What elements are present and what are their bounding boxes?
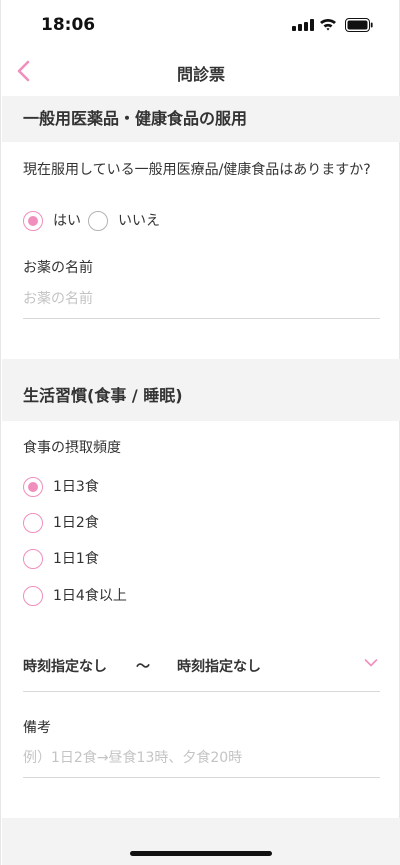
wifi-icon [320, 18, 336, 31]
radio-no[interactable] [88, 211, 108, 231]
radio-no-label[interactable]: いいえ [118, 211, 160, 231]
chevron-down-icon[interactable] [364, 658, 378, 668]
medicine-name-label: お薬の名前 [23, 260, 93, 276]
time-to[interactable]: 時刻指定なし [177, 656, 261, 676]
radio-meal-2-label[interactable]: 1日2食 [53, 513, 99, 533]
time-from[interactable]: 時刻指定なし [23, 656, 107, 676]
radio-meal-3-label[interactable]: 1日3食 [53, 477, 99, 497]
radio-meal-1-label[interactable]: 1日1食 [53, 549, 99, 569]
radio-meal-4plus[interactable] [23, 586, 43, 606]
section-header-lifestyle: 生活習慣(食事 / 睡眠) [2, 359, 400, 421]
time-separator: 〜 [136, 659, 150, 675]
status-bar: 18:06 [1, 0, 400, 50]
radio-yes[interactable] [23, 211, 43, 231]
medicine-name-input[interactable]: お薬の名前 [23, 288, 380, 319]
signal-icon [292, 19, 314, 31]
section-header-otc: 一般用医薬品・健康食品の服用 [2, 96, 400, 142]
radio-meal-3[interactable] [23, 477, 43, 497]
radio-meal-1[interactable] [23, 549, 43, 569]
notes-input[interactable]: 例）1日2食→昼食13時、夕食20時 [23, 747, 380, 778]
screen: 18:06 問診票 一般用医薬品・健康食品の服用 現在服用している一般用医療品/… [0, 0, 400, 865]
home-indicator[interactable] [130, 851, 272, 856]
time-range-select[interactable]: 時刻指定なし 〜 時刻指定なし [23, 656, 380, 692]
page-title: 問診票 [176, 65, 225, 84]
footer-area [2, 818, 400, 865]
battery-icon [345, 18, 373, 32]
otc-question: 現在服用している一般用医療品/健康食品はありますか? [23, 162, 371, 178]
nav-bar: 問診票 [1, 50, 400, 92]
radio-meal-4plus-label[interactable]: 1日4食以上 [53, 586, 127, 606]
meal-frequency-label: 食事の摂取頻度 [23, 440, 121, 456]
notes-label: 備考 [23, 720, 51, 736]
radio-meal-2[interactable] [23, 513, 43, 533]
radio-yes-label[interactable]: はい [53, 211, 81, 231]
status-time: 18:06 [41, 15, 96, 35]
